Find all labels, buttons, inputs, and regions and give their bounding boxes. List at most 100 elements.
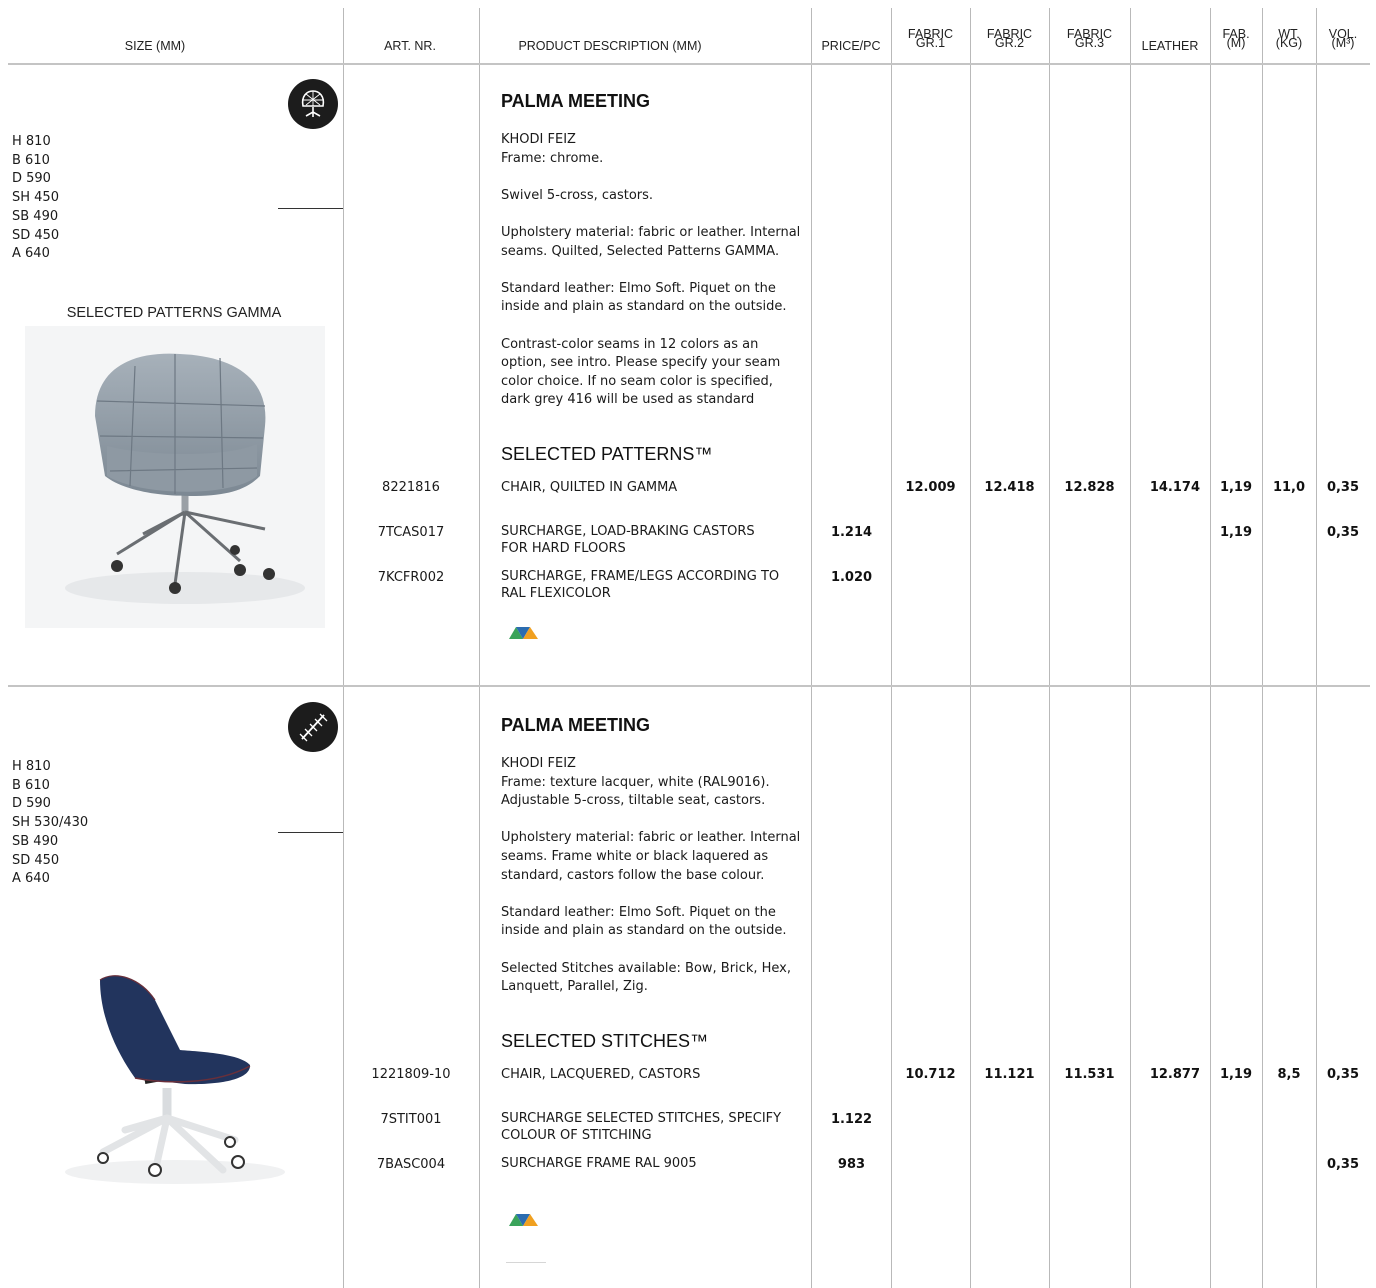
designer-name: KHODI FEIZ	[501, 132, 576, 147]
article-number: 7STIT001	[380, 1112, 442, 1127]
size-divider	[278, 832, 343, 833]
article-number: 7KCFR002	[377, 570, 445, 585]
size-line: SB 490	[12, 833, 59, 849]
product-description: KHODI FEIZ Frame: texture lacquer, white…	[501, 755, 806, 997]
price-leather: 12.877	[1149, 1067, 1200, 1082]
price-per-piece: 1.122	[830, 1112, 873, 1127]
size-list: H 810 B 610 D 590 SH 450 SB 490 SD 450 A…	[12, 133, 59, 264]
header-leather: LEATHER	[1141, 39, 1199, 53]
section-subheading: SELECTED PATTERNS™	[501, 444, 713, 464]
description-paragraph: Frame: texture lacquer, white (RAL9016).…	[501, 774, 770, 809]
header-price: PRICE/PC	[821, 39, 881, 53]
volume: 0,35	[1326, 1067, 1360, 1082]
size-line: A 640	[12, 871, 50, 887]
product-title: PALMA MEETING	[501, 715, 650, 735]
weight: 8,5	[1277, 1067, 1301, 1082]
column-divider	[1316, 8, 1317, 1288]
row-description: RAL FLEXICOLOR	[501, 586, 611, 601]
size-line: B 610	[12, 152, 50, 168]
divider	[506, 1262, 546, 1263]
blue-swivel-chair-white-base	[55, 960, 295, 1190]
description-paragraph: Selected Stitches available: Bow, Brick,…	[501, 960, 791, 995]
header-fabric2-bottom: GR.2	[994, 36, 1025, 50]
description-paragraph: Standard leather: Elmo Soft. Piquet on t…	[501, 904, 787, 939]
product-description: KHODI FEIZ Frame: chrome. Swivel 5-cross…	[501, 131, 806, 410]
weight: 11,0	[1272, 480, 1306, 495]
size-line: SB 490	[12, 208, 59, 224]
price-per-piece: 983	[837, 1157, 866, 1172]
header-size: SIZE (MM)	[124, 39, 186, 53]
header-description: PRODUCT DESCRIPTION (MM)	[518, 39, 702, 53]
column-divider	[479, 8, 480, 1288]
price-fabric-gr1: 12.009	[905, 480, 956, 495]
grey-quilted-swivel-chair	[25, 326, 325, 628]
row-description: SURCHARGE SELECTED STITCHES, SPECIFY	[501, 1111, 782, 1126]
article-number: 1221809-10	[371, 1067, 451, 1082]
row-description: CHAIR, QUILTED IN GAMMA	[501, 480, 678, 495]
row-description: SURCHARGE, LOAD-BRAKING CASTORS	[501, 524, 755, 539]
header-art-nr: ART. NR.	[384, 39, 436, 53]
description-paragraph: Contrast-color seams in 12 colors as an …	[501, 336, 781, 408]
volume: 0,35	[1326, 480, 1360, 495]
price-leather: 14.174	[1149, 480, 1200, 495]
column-divider	[970, 8, 971, 1288]
header-wt-bottom: (KG)	[1275, 36, 1303, 50]
price-fabric-gr2: 12.418	[984, 480, 1035, 495]
header-fabric3-bottom: GR.3	[1074, 36, 1105, 50]
price-fabric-gr1: 10.712	[905, 1067, 956, 1082]
volume: 0,35	[1326, 1157, 1360, 1172]
column-divider	[1049, 8, 1050, 1288]
size-line: A 640	[12, 246, 50, 262]
description-paragraph: Upholstery material: fabric or leather. …	[501, 830, 801, 883]
header-fabric1-bottom: GR.1	[915, 36, 946, 50]
column-divider	[343, 8, 344, 1288]
price-fabric-gr3: 12.828	[1064, 480, 1115, 495]
fabric-metres: 1,19	[1219, 1067, 1253, 1082]
price-per-piece: 1.020	[830, 570, 873, 585]
article-number: 8221816	[382, 480, 440, 495]
column-divider	[1130, 8, 1131, 1288]
price-per-piece: 1.214	[830, 525, 873, 540]
article-number: 7TCAS017	[377, 525, 445, 540]
description-paragraph: Upholstery material: fabric or leather. …	[501, 224, 801, 259]
column-divider	[811, 8, 812, 1288]
size-list: H 810 B 610 D 590 SH 530/430 SB 490 SD 4…	[12, 758, 88, 889]
section-rule	[8, 685, 1370, 687]
header-fab-bottom: (M)	[1226, 36, 1246, 50]
header-vol-bottom: (M³)	[1331, 36, 1355, 50]
row-description: SURCHARGE, FRAME/LEGS ACCORDING TO	[501, 569, 780, 584]
size-line: H 810	[12, 134, 51, 149]
volume: 0,35	[1326, 525, 1360, 540]
quilted-chair-swivel-icon	[288, 79, 338, 129]
pattern-caption: SELECTED PATTERNS GAMMA	[66, 305, 282, 321]
fabric-metres: 1,19	[1219, 480, 1253, 495]
triangles-logo	[509, 1212, 539, 1233]
column-divider	[891, 8, 892, 1288]
size-line: SD 450	[12, 227, 60, 243]
stitches-icon	[288, 702, 338, 752]
triangles-logo	[509, 625, 539, 646]
row-description: FOR HARD FLOORS	[501, 541, 626, 556]
size-line: B 610	[12, 777, 50, 793]
size-line: SH 530/430	[12, 815, 89, 831]
row-description: CHAIR, LACQUERED, CASTORS	[501, 1067, 701, 1082]
row-description: SURCHARGE FRAME RAL 9005	[501, 1156, 697, 1171]
size-line: H 810	[12, 759, 51, 774]
price-fabric-gr3: 11.531	[1064, 1067, 1115, 1082]
column-divider	[1262, 8, 1263, 1288]
description-paragraph: Standard leather: Elmo Soft. Piquet on t…	[501, 280, 787, 315]
header-rule	[8, 63, 1370, 65]
section-subheading: SELECTED STITCHES™	[501, 1031, 709, 1051]
designer-name: KHODI FEIZ	[501, 756, 576, 771]
size-line: SD 450	[12, 852, 60, 868]
column-divider	[1210, 8, 1211, 1288]
size-line: D 590	[12, 171, 51, 187]
size-divider	[278, 208, 343, 209]
size-line: D 590	[12, 796, 51, 812]
size-line: SH 450	[12, 190, 59, 206]
description-paragraph: Swivel 5-cross, castors.	[501, 187, 654, 203]
description-paragraph: Frame: chrome.	[501, 150, 604, 166]
price-fabric-gr2: 11.121	[984, 1067, 1035, 1082]
row-description: COLOUR OF STITCHING	[501, 1128, 652, 1143]
product-title: PALMA MEETING	[501, 91, 650, 111]
